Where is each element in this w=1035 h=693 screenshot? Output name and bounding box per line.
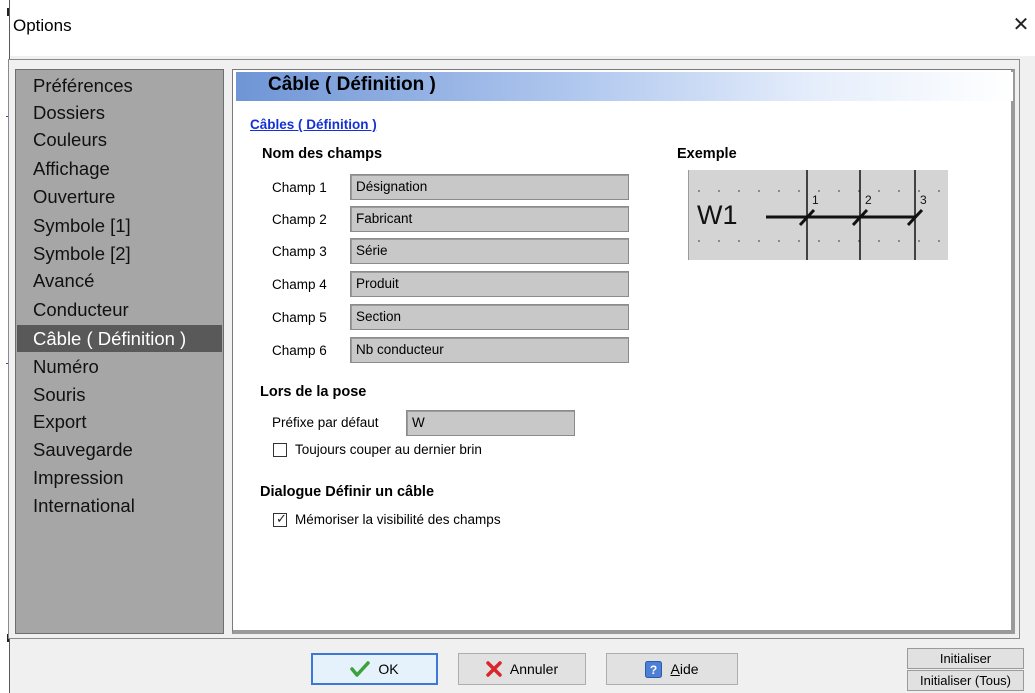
always-cut-label: Toujours couper au dernier brin	[295, 442, 482, 457]
cancel-label: Annuler	[509, 661, 559, 677]
field-2-input[interactable]: Fabricant	[350, 206, 629, 232]
ok-button[interactable]: OK	[311, 653, 438, 685]
panel-title: Câble ( Définition )	[268, 74, 436, 95]
nav-item-sauvegarde[interactable]: Sauvegarde	[17, 436, 222, 463]
example-cable-label: W1	[697, 200, 738, 230]
field-5-label: Champ 5	[272, 310, 327, 325]
nav-item-cable-definition[interactable]: Câble ( Définition )	[17, 325, 222, 352]
example-conductor-2: 2	[865, 193, 872, 207]
reset-button[interactable]: Initialiser	[907, 648, 1024, 669]
nav-item-conducteur[interactable]: Conducteur	[17, 296, 222, 323]
field-4-input[interactable]: Produit	[350, 271, 629, 297]
nav-item-couleurs[interactable]: Couleurs	[17, 126, 222, 153]
prefix-input[interactable]: W	[406, 410, 575, 436]
nav-item-international[interactable]: International	[17, 492, 222, 519]
red-x-icon	[486, 661, 502, 677]
help-button[interactable]: ? Aide	[606, 653, 738, 685]
remember-visibility-checkbox[interactable]: ✓	[273, 511, 287, 527]
nav-item-affichage[interactable]: Affichage	[17, 155, 222, 182]
pose-group-title: Lors de la pose	[260, 384, 367, 400]
field-1-input[interactable]: Désignation	[350, 174, 629, 200]
example-title: Exemple	[677, 146, 737, 162]
help-label: Aide	[670, 661, 699, 677]
close-button[interactable]: ✕	[1008, 12, 1034, 38]
field-names-group-title: Nom des champs	[262, 146, 383, 162]
field-2-label: Champ 2	[272, 212, 327, 227]
example-conductor-1: 1	[812, 193, 819, 207]
field-1-label: Champ 1	[272, 180, 327, 195]
field-6-input[interactable]: Nb conducteur	[350, 337, 629, 363]
prefix-label: Préfixe par défaut	[272, 415, 379, 430]
field-3-input[interactable]: Série	[350, 238, 629, 264]
reset-all-button[interactable]: Initialiser (Tous)	[907, 670, 1024, 691]
field-3-label: Champ 3	[272, 244, 327, 259]
ok-label: OK	[378, 661, 399, 677]
dialog-group-title: Dialogue Définir un câble	[260, 484, 435, 500]
nav-item-symbole-1[interactable]: Symbole [1]	[17, 212, 222, 239]
nav-item-impression[interactable]: Impression	[17, 464, 222, 491]
field-4-label: Champ 4	[272, 277, 327, 292]
nav-item-ouverture[interactable]: Ouverture	[17, 183, 222, 210]
nav-item-preferences[interactable]: Préférences	[17, 72, 222, 99]
cancel-button[interactable]: Annuler	[458, 653, 586, 685]
field-5-input[interactable]: Section	[350, 304, 629, 330]
nav-item-symbole-2[interactable]: Symbole [2]	[17, 240, 222, 267]
nav-item-export[interactable]: Export	[17, 408, 222, 435]
green-check-icon	[350, 661, 371, 677]
cables-definition-link[interactable]: Câbles ( Définition )	[250, 117, 377, 132]
remember-visibility-label: Mémoriser la visibilité des champs	[295, 512, 501, 527]
nav-item-avance[interactable]: Avancé	[17, 267, 222, 294]
example-conductor-3: 3	[920, 193, 927, 207]
svg-text:?: ?	[650, 663, 657, 677]
nav-item-numero[interactable]: Numéro	[17, 353, 222, 380]
field-6-label: Champ 6	[272, 343, 327, 358]
checkmark-icon: ✓	[276, 511, 287, 526]
nav-item-dossiers[interactable]: Dossiers	[17, 99, 222, 126]
title-bar: Options ✕	[10, 0, 1035, 56]
cable-example-preview: W1 1 2 3	[688, 170, 948, 260]
help-icon: ?	[645, 660, 663, 678]
window-title: Options	[13, 16, 72, 35]
always-cut-checkbox[interactable]	[273, 443, 287, 457]
nav-item-souris[interactable]: Souris	[17, 381, 222, 408]
options-category-list: Préférences Dossiers Couleurs Affichage …	[15, 69, 224, 634]
